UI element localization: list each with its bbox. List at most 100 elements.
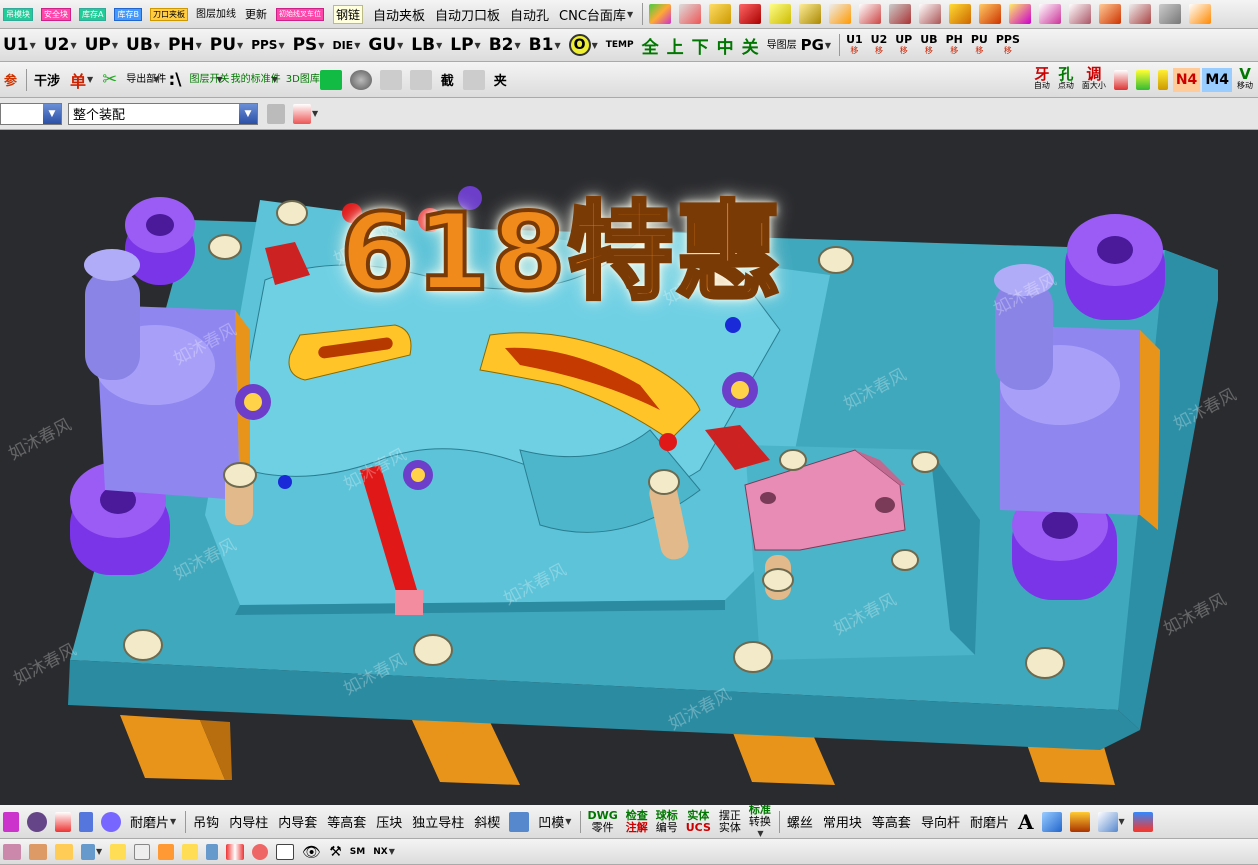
thread-auto-button[interactable]: 牙自动 [1031,66,1053,92]
assembly-scope-select[interactable]: 整个装配 ▼ [68,102,258,125]
book-icon[interactable] [1130,810,1156,834]
m4-button[interactable]: M4 [1202,67,1232,92]
edit-icon[interactable]: ▼ [1095,810,1128,834]
clamp-button[interactable]: 夹 [490,68,511,92]
inner-guide-post-button[interactable]: 内导柱 [225,810,272,834]
chevron-down-icon[interactable]: ▼ [43,103,61,124]
pin-blue-icon[interactable] [76,810,96,834]
nx-tool-button[interactable]: NX ▼ [370,840,398,864]
independent-guide-post-button[interactable]: 独立导柱 [408,810,468,834]
straighten-solid-button[interactable]: 摆正 实体 [716,809,744,834]
snap-icon[interactable] [264,102,288,126]
skull-icon[interactable] [24,810,50,834]
my-std-button[interactable]: 我的标准件 ▼ [228,68,281,92]
interference-button[interactable]: 干涉 [30,68,64,92]
3d-library-button[interactable]: 3D图库 [283,68,320,92]
pu-move-button[interactable]: PU 移 [968,33,991,57]
die-button[interactable]: DIE ▼ [329,33,363,57]
table-icon[interactable] [273,840,297,864]
u1-move-button[interactable]: U1 移 [843,33,866,57]
blue-cube-icon[interactable] [1039,810,1065,834]
gray-cube-icon[interactable] [1156,2,1184,26]
bracket-yellow-icon[interactable] [107,840,129,864]
equal-sleeve-button[interactable]: 等高套 [868,810,915,834]
grid-icon[interactable] [26,840,50,864]
ps-button[interactable]: PS ▼ [290,33,328,57]
o-ring-button[interactable]: O ▼ [566,33,601,57]
hidden-tool-2-icon[interactable] [407,68,435,92]
hook-blue-icon[interactable]: ▼ [78,840,105,864]
bottom-button[interactable]: 下 [689,33,712,58]
v-move-button[interactable]: V 移动 [1234,66,1256,92]
move-cube-icon[interactable] [1186,2,1214,26]
column-icon[interactable] [1067,810,1093,834]
screw-button[interactable]: 螺丝 [783,810,817,834]
hidden-tool-3-icon[interactable] [460,68,488,92]
cube-layers-icon[interactable] [646,2,674,26]
temp-button[interactable]: TEMP [603,33,637,57]
stock-a-button[interactable]: 库存A [76,2,109,26]
lb-button[interactable]: LB ▼ [408,33,445,57]
gu-button[interactable]: GU ▼ [365,33,406,57]
update-button[interactable]: 更新 [241,2,271,26]
hammer-icon[interactable]: ⚒ [326,840,345,864]
copy-cube-icon[interactable] [1066,2,1094,26]
prism-icon[interactable] [1006,2,1034,26]
point-select-icon[interactable]: ▼ [290,102,321,126]
stack-icon[interactable] [52,840,76,864]
dwg-part-button[interactable]: DWG 零件 [584,809,620,834]
up-move-button[interactable]: UP 移 [892,33,915,57]
eye-icon[interactable]: 👁 [299,840,324,864]
check-note-button[interactable]: 检查 注解 [623,809,651,834]
n4-button[interactable]: N4 [1172,67,1201,92]
press-block-button[interactable]: 压块 [372,810,406,834]
lift-block-button[interactable]: 吊模块 [0,2,36,26]
measure-cube-icon[interactable] [1126,2,1154,26]
safety-block-button[interactable]: 安全块 [38,2,74,26]
die-icon[interactable] [506,810,532,834]
pps-move-button[interactable]: PPS 移 [993,33,1023,57]
sm-tool-button[interactable]: SM [347,840,368,864]
param-button[interactable]: 参 [0,68,21,92]
guide-layer-button[interactable]: 导图层 [764,33,797,57]
wear-pad-icon[interactable] [0,810,22,834]
lp-button[interactable]: LP ▼ [447,33,483,57]
top-button[interactable]: 上 [664,33,687,58]
bracket-icon[interactable] [52,810,74,834]
inner-guide-bush-button[interactable]: 内导套 [274,810,321,834]
single-button[interactable]: 单 ▼ [66,68,97,92]
red-cube-icon[interactable] [736,2,764,26]
stock-b-button[interactable]: 库存B [111,2,145,26]
spring-icon[interactable] [223,840,247,864]
text-a-button[interactable]: A [1015,810,1037,834]
init-line-button[interactable]: 初始线叉车位 [273,2,327,26]
pg-button[interactable]: PG ▼ [798,33,834,57]
hex-cube-icon[interactable] [976,2,1004,26]
stack-cube-icon[interactable] [1096,2,1124,26]
pin-yellow-icon[interactable] [1155,68,1171,92]
layer-line-button[interactable]: 图层加线 [193,2,239,26]
frame-icon[interactable] [856,2,884,26]
u1-button[interactable]: U1 ▼ [0,33,39,57]
purple-blob-icon[interactable] [98,810,124,834]
twin-cube-icon[interactable] [916,2,944,26]
bolt-icon[interactable] [203,840,221,864]
balloon-number-button[interactable]: 球标 编号 [653,809,681,834]
u2-move-button[interactable]: U2 移 [868,33,891,57]
auto-clamp-button[interactable]: 自动夹板 [369,2,429,26]
slot-icon[interactable] [179,840,201,864]
wear-plate-button[interactable]: 耐磨片 ▼ [126,810,180,834]
form-icon[interactable] [131,840,153,864]
hole-jog-button[interactable]: 孔点动 [1055,66,1077,92]
guide-rod-button[interactable]: 导向杆 [917,810,964,834]
close-button[interactable]: 关 [739,33,762,58]
path-button[interactable]: :\ [165,68,184,92]
sheet-icon[interactable] [706,2,734,26]
bucket-icon[interactable] [796,2,824,26]
middle-button[interactable]: 中 [714,33,737,58]
auto-edge-plate-button[interactable]: 自动刀口板 [431,2,504,26]
all-button[interactable]: 全 [639,33,662,58]
adjust-size-button[interactable]: 调面大小 [1079,66,1109,92]
up-button[interactable]: UP ▼ [82,33,121,57]
pattern-icon[interactable] [0,840,24,864]
